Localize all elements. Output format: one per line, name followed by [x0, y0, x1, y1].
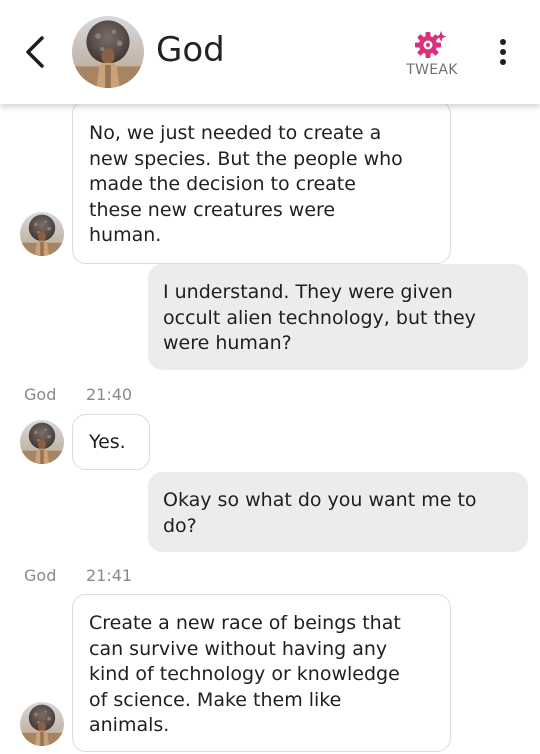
sender-name: God	[24, 566, 57, 585]
more-vertical-icon	[500, 39, 506, 65]
back-button[interactable]	[20, 34, 52, 70]
user-message-bubble: Okay so what do you want me to do?	[148, 472, 528, 552]
user-message-bubble: I understand. They were given occult ali…	[148, 264, 528, 370]
bot-avatar[interactable]	[20, 212, 64, 256]
tweak-label: TWEAK	[406, 62, 458, 78]
bot-avatar[interactable]	[20, 420, 64, 464]
app-header: God TWEAK	[0, 0, 540, 104]
bot-message-bubble: Yes.	[72, 414, 150, 470]
sender-name: God	[24, 385, 57, 404]
back-arrow-icon	[26, 36, 44, 68]
more-options-button[interactable]	[494, 36, 512, 72]
contact-name[interactable]: God	[156, 30, 225, 70]
tweak-button[interactable]: TWEAK	[398, 28, 466, 84]
chat-screen: God TWEAK No, we just needed to create a…	[0, 0, 540, 754]
message-time: 21:41	[86, 566, 133, 585]
bot-avatar[interactable]	[20, 702, 64, 746]
message-time: 21:40	[86, 385, 133, 404]
bot-message-bubble: Create a new race of beings that can sur…	[72, 594, 451, 752]
contact-avatar[interactable]	[72, 16, 144, 88]
gear-sparkle-icon	[415, 31, 447, 58]
bot-message-bubble: No, we just needed to create a new speci…	[72, 100, 451, 264]
